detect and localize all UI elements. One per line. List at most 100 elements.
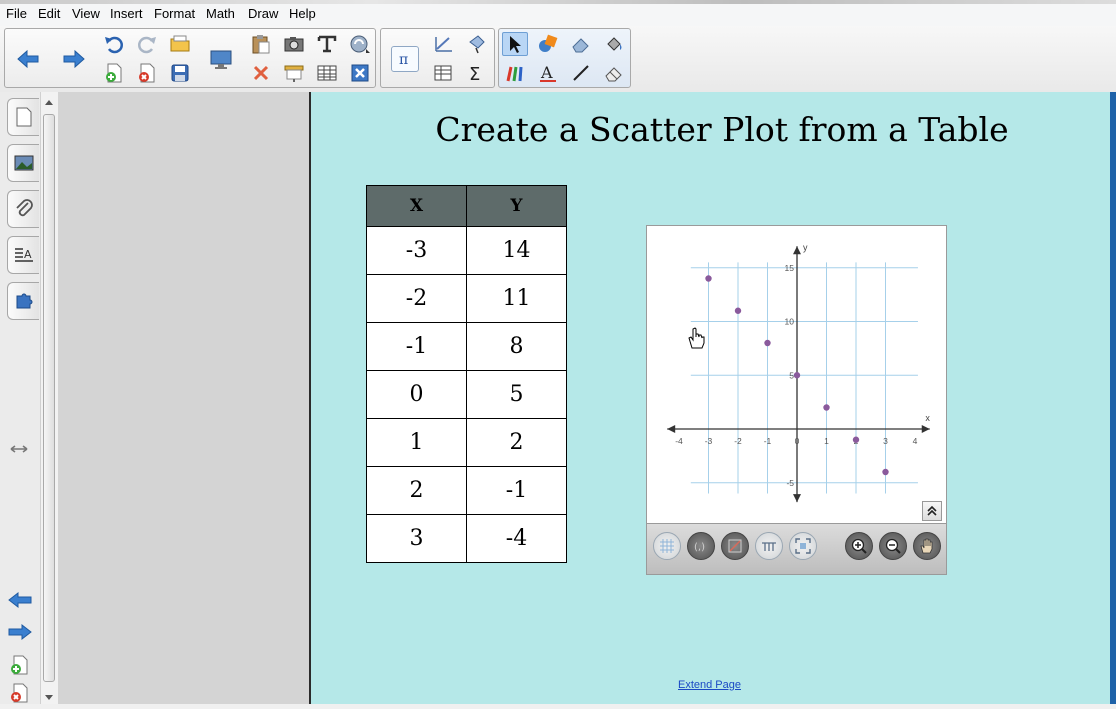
tab-attachments[interactable]: [7, 190, 39, 228]
menu-draw[interactable]: Draw: [248, 6, 278, 21]
scroll-up-icon[interactable]: [44, 98, 54, 106]
menu-help[interactable]: Help: [289, 6, 316, 21]
table-function-button[interactable]: [431, 61, 457, 85]
scrollbar-thumb[interactable]: [43, 114, 55, 682]
menu-file[interactable]: File: [6, 6, 27, 21]
paste-icon: [252, 35, 270, 54]
scatter-point[interactable]: [882, 468, 889, 476]
collapse-toolbar-button[interactable]: [922, 501, 942, 521]
menu-format[interactable]: Format: [154, 6, 195, 21]
table-button[interactable]: [314, 61, 340, 85]
tab-gallery[interactable]: [7, 144, 39, 182]
delete-page-side-button[interactable]: [9, 682, 31, 709]
grid-icon: [660, 539, 674, 553]
redo-button[interactable]: [134, 32, 160, 56]
scatter-point[interactable]: [734, 307, 742, 314]
tab-properties[interactable]: A: [7, 236, 39, 274]
save-button[interactable]: [167, 61, 193, 85]
text-tool-button[interactable]: [314, 32, 340, 56]
screen-capture-button[interactable]: [281, 32, 307, 56]
delete-page-icon: [139, 63, 155, 83]
scatter-point[interactable]: [705, 275, 712, 282]
menu-insert[interactable]: Insert: [110, 6, 143, 21]
add-page-side-button[interactable]: [9, 654, 31, 681]
table-cell-y[interactable]: 14: [466, 226, 567, 275]
menu-view[interactable]: View: [72, 6, 100, 21]
scatter-point[interactable]: [852, 436, 860, 443]
scatter-point[interactable]: [823, 404, 830, 411]
paste-button[interactable]: [248, 32, 274, 56]
screen-display-button[interactable]: [208, 47, 234, 71]
menu-edit[interactable]: Edit: [38, 6, 60, 21]
equation-button[interactable]: π: [391, 46, 419, 72]
table-cell-y[interactable]: 2: [466, 418, 567, 467]
tab-page-sorter[interactable]: [7, 98, 39, 136]
media-button[interactable]: [347, 32, 373, 56]
text-a-icon: A: [540, 63, 556, 82]
table-cell-x[interactable]: -3: [366, 226, 467, 275]
scroll-down-icon[interactable]: [44, 694, 54, 702]
select-button[interactable]: [502, 32, 528, 56]
next-page-button[interactable]: [7, 622, 33, 647]
page-title[interactable]: Create a Scatter Plot from a Table: [432, 110, 1012, 149]
zoom-in-button[interactable]: [845, 532, 873, 560]
graph-widget[interactable]: xy-4-3-2-10123415105-5 (,): [646, 225, 947, 575]
add-page-button[interactable]: [101, 61, 127, 85]
table-cell-y[interactable]: 8: [466, 322, 567, 371]
undo-button[interactable]: [101, 32, 127, 56]
line-button[interactable]: [568, 61, 594, 85]
graph-button[interactable]: [431, 32, 457, 56]
tab-addons[interactable]: [7, 282, 39, 320]
menu-math[interactable]: Math: [206, 6, 235, 21]
table-row: -3 14: [366, 226, 567, 275]
shape-graph-button[interactable]: [464, 32, 490, 56]
pen-icon: [506, 66, 523, 82]
side-panel-scrollbar[interactable]: [40, 92, 59, 704]
xy-table[interactable]: X Y -3 14 -2 11 -1 8 05 12 2 -1 3 -4: [366, 185, 567, 563]
table-cell-x[interactable]: 2: [366, 466, 467, 515]
x-tick-label: 3: [883, 436, 888, 446]
back-button[interactable]: [15, 47, 41, 71]
text-button[interactable]: A: [535, 61, 561, 85]
table-values-button[interactable]: [755, 532, 783, 560]
table-cell-y[interactable]: -1: [466, 466, 567, 515]
table-cell-y[interactable]: -4: [466, 514, 567, 563]
scatter-point[interactable]: [793, 372, 801, 379]
table-cell-x[interactable]: 0: [366, 370, 467, 419]
pan-button[interactable]: [913, 532, 941, 560]
table-cell-x[interactable]: 3: [366, 514, 467, 563]
table-cell-x[interactable]: -2: [366, 274, 467, 323]
extend-page-link[interactable]: Extend Page: [678, 679, 741, 691]
sigma-button[interactable]: Σ: [464, 61, 490, 85]
table-cell-x[interactable]: 1: [366, 418, 467, 467]
zoom-out-button[interactable]: [879, 532, 907, 560]
fill-button[interactable]: [601, 32, 627, 56]
resize-handle[interactable]: [9, 442, 29, 460]
toolbar-group-main: [4, 28, 376, 88]
close-box-button[interactable]: [347, 61, 373, 85]
fit-view-button[interactable]: [789, 532, 817, 560]
table-cell-x[interactable]: -1: [366, 322, 467, 371]
previous-page-button[interactable]: [7, 590, 33, 615]
open-button[interactable]: [167, 32, 193, 56]
delete-icon: [253, 65, 269, 81]
eraser-button[interactable]: [601, 61, 627, 85]
delete-button[interactable]: [248, 61, 274, 85]
table-cell-y[interactable]: 11: [466, 274, 567, 323]
scatter-point[interactable]: [764, 339, 771, 347]
delete-page-button[interactable]: [134, 61, 160, 85]
function-button[interactable]: [721, 532, 749, 560]
point-button[interactable]: (,): [687, 532, 715, 560]
highlighter-button[interactable]: [568, 32, 594, 56]
grid-toggle-button[interactable]: [653, 532, 681, 560]
paperclip-icon: [15, 199, 33, 217]
table-cell-y[interactable]: 5: [466, 370, 567, 419]
screen-shade-button[interactable]: [281, 61, 307, 85]
window-title-strip: [0, 0, 1116, 4]
open-folder-icon: [170, 35, 190, 52]
scatter-plot[interactable]: xy-4-3-2-10123415105-5: [647, 226, 946, 524]
shapes-button[interactable]: [535, 32, 561, 56]
y-axis-arrow-down: [793, 494, 801, 503]
pen-button[interactable]: [502, 61, 528, 85]
forward-button[interactable]: [61, 47, 87, 71]
